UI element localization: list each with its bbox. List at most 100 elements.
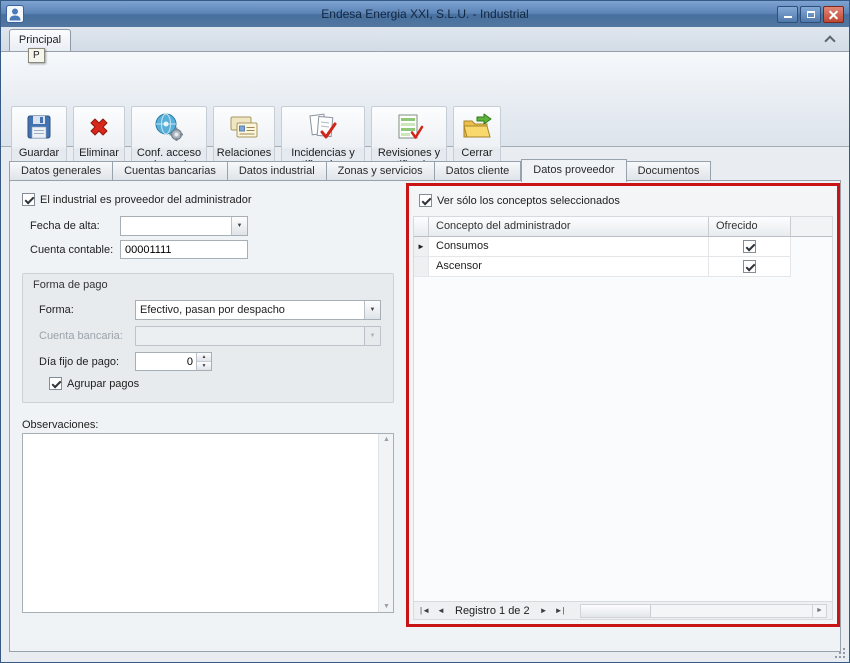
forma-pago-groupbox: Forma de pago Forma: Efectivo, pasan por…	[22, 273, 394, 403]
ribbon-tab-row	[1, 27, 849, 51]
observaciones-label: Observaciones:	[22, 419, 98, 431]
incidents-check-icon	[307, 111, 339, 143]
spin-up-icon[interactable]: ▲	[197, 353, 211, 361]
tab-datos-cliente[interactable]: Datos cliente	[435, 161, 522, 181]
tab-cuentas-bancarias[interactable]: Cuentas bancarias	[113, 161, 228, 181]
forma-pago-title: Forma de pago	[33, 279, 108, 291]
row-indicator-icon: ►	[414, 237, 429, 257]
column-header-ofrecido[interactable]: Ofrecido	[709, 217, 791, 237]
button-label: Guardar	[19, 147, 59, 159]
button-label: Eliminar	[79, 147, 119, 159]
provider-checkbox[interactable]: El industrial es proveedor del administr…	[22, 193, 252, 206]
provider-checkbox-label: El industrial es proveedor del administr…	[40, 194, 252, 206]
close-button[interactable]	[823, 6, 844, 23]
tab-datos-industrial[interactable]: Datos industrial	[228, 161, 327, 181]
chevron-down-icon[interactable]: ▼	[364, 301, 380, 319]
grid-header: Concepto del administrador Ofrecido	[414, 217, 832, 237]
web-service-icon	[153, 111, 185, 143]
vertical-scrollbar[interactable]: ▲ ▼	[378, 434, 393, 612]
cuenta-bancaria-combo: ▼	[135, 326, 381, 346]
page-tabstrip: Datos generales Cuentas bancarias Datos …	[9, 159, 711, 181]
row-indicator-empty	[414, 257, 429, 277]
nav-first-button[interactable]: |◄	[417, 603, 433, 619]
cuenta-bancaria-value	[136, 327, 364, 345]
tab-zonas-servicios[interactable]: Zonas y servicios	[327, 161, 435, 181]
agrupar-pagos-checkbox[interactable]: Agrupar pagos	[49, 377, 139, 390]
window-title: Endesa Energia XXI, S.L.U. - Industrial	[1, 7, 849, 21]
app-window: Endesa Energia XXI, S.L.U. - Industrial …	[0, 0, 850, 663]
forma-value: Efectivo, pasan por despacho	[136, 301, 364, 319]
checkbox-box	[419, 194, 432, 207]
ver-solo-label: Ver sólo los conceptos seleccionados	[437, 195, 620, 207]
fecha-alta-label: Fecha de alta:	[30, 220, 100, 232]
ribbon-collapse-button[interactable]	[821, 31, 839, 47]
row-indicator-header	[414, 217, 429, 237]
ofrecido-checkbox[interactable]	[743, 260, 756, 273]
chevron-down-icon: ▼	[364, 327, 380, 345]
cuenta-contable-input[interactable]	[120, 240, 248, 259]
record-counter: Registro 1 de 2	[455, 603, 530, 619]
fecha-alta-combo[interactable]: ▼	[120, 216, 248, 236]
button-label: Conf. acceso	[137, 147, 201, 159]
scrollbar-thumb[interactable]	[581, 605, 651, 617]
button-label: Incidencias y	[291, 147, 355, 159]
minimize-icon	[784, 16, 792, 18]
nav-prev-button[interactable]: ◄	[433, 603, 449, 619]
annotation-red-rectangle: Ver sólo los conceptos seleccionados Con…	[406, 183, 840, 627]
dia-fijo-label: Día fijo de pago:	[39, 356, 119, 368]
user-app-icon[interactable]	[6, 5, 24, 23]
button-label: Relaciones	[217, 147, 271, 159]
checkbox-box	[22, 193, 35, 206]
keytip-badge: P	[28, 48, 45, 63]
observaciones-input[interactable]	[23, 434, 378, 612]
conceptos-grid: Concepto del administrador Ofrecido ► Co…	[413, 216, 833, 620]
forma-combo[interactable]: Efectivo, pasan por despacho ▼	[135, 300, 381, 320]
nav-last-button[interactable]: ►|	[552, 603, 568, 619]
fecha-alta-value	[121, 217, 231, 235]
restore-button[interactable]	[800, 6, 821, 23]
ofrecido-checkbox[interactable]	[743, 240, 756, 253]
tab-datos-proveedor[interactable]: Datos proveedor	[521, 159, 626, 182]
scroll-down-icon[interactable]: ▼	[379, 603, 394, 610]
row-filler	[791, 257, 832, 277]
cuenta-bancaria-label: Cuenta bancaria:	[39, 330, 123, 342]
tab-datos-generales[interactable]: Datos generales	[9, 161, 113, 181]
scroll-up-icon[interactable]: ▲	[379, 436, 394, 443]
ver-solo-checkbox[interactable]: Ver sólo los conceptos seleccionados	[419, 194, 620, 207]
tab-documentos[interactable]: Documentos	[627, 161, 712, 181]
relations-cards-icon	[228, 111, 260, 143]
tab-content-panel: El industrial es proveedor del administr…	[9, 180, 841, 652]
close-folder-icon	[461, 111, 493, 143]
cell-ofrecido[interactable]	[709, 237, 791, 257]
cuenta-contable-label: Cuenta contable:	[30, 244, 113, 256]
checkbox-box	[49, 377, 62, 390]
titlebar: Endesa Energia XXI, S.L.U. - Industrial	[1, 1, 849, 27]
revisions-list-icon	[393, 111, 425, 143]
column-header-concepto[interactable]: Concepto del administrador	[429, 217, 709, 237]
observaciones-field: ▲ ▼	[22, 433, 394, 613]
button-label: Cerrar	[461, 147, 492, 159]
cell-concepto[interactable]: Consumos	[429, 237, 709, 257]
resize-grip[interactable]	[833, 646, 846, 659]
dia-fijo-input[interactable]	[136, 353, 196, 370]
cell-ofrecido[interactable]	[709, 257, 791, 277]
restore-icon	[807, 11, 815, 18]
header-filler	[791, 217, 832, 237]
grid-navigator: |◄ ◄ Registro 1 de 2 ► ►| ►	[414, 601, 832, 619]
scroll-right-icon[interactable]: ►	[812, 605, 826, 617]
save-icon	[23, 111, 55, 143]
horizontal-scrollbar[interactable]: ►	[580, 604, 827, 618]
ribbon-body: Guardar y cerrar Eliminar	[1, 51, 849, 147]
table-row[interactable]: Ascensor	[414, 257, 832, 277]
cell-concepto[interactable]: Ascensor	[429, 257, 709, 277]
spin-down-icon[interactable]: ▼	[197, 361, 211, 370]
dia-fijo-spinner: ▲ ▼	[135, 352, 212, 371]
forma-label: Forma:	[39, 304, 74, 316]
minimize-button[interactable]	[777, 6, 798, 23]
nav-next-button[interactable]: ►	[536, 603, 552, 619]
agrupar-pagos-label: Agrupar pagos	[67, 378, 139, 390]
chevron-down-icon[interactable]: ▼	[231, 217, 247, 235]
delete-icon	[83, 111, 115, 143]
button-label: Revisiones y	[378, 147, 440, 159]
table-row[interactable]: ► Consumos	[414, 237, 832, 257]
